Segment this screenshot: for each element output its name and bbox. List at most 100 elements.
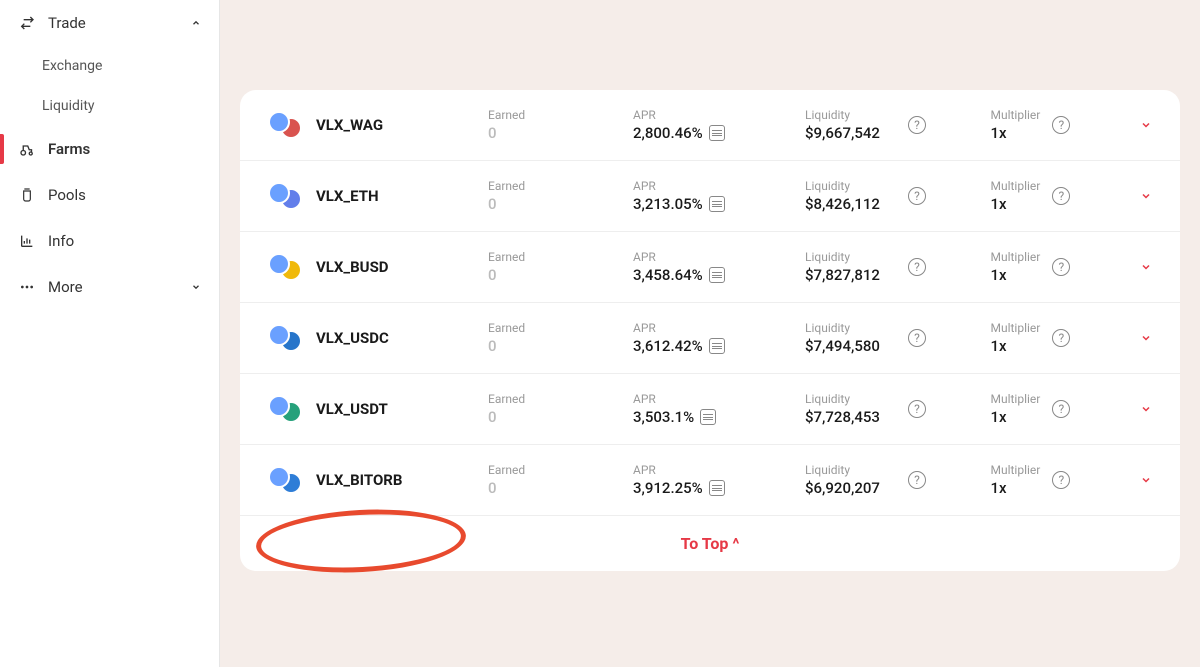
nav-farms-label: Farms <box>48 140 90 158</box>
coin-a-icon <box>268 324 290 346</box>
help-icon[interactable]: ? <box>1052 400 1070 418</box>
help-icon[interactable]: ? <box>908 258 926 276</box>
pair-name: VLX_USDT <box>316 400 388 418</box>
expand-button[interactable] <box>1122 187 1152 206</box>
expand-button[interactable] <box>1122 400 1152 419</box>
earned-label: Earned <box>488 179 623 193</box>
earned-cell: Earned 0 <box>488 463 623 497</box>
topbar <box>240 0 1180 55</box>
liquidity-cell: Liquidity $9,667,542 ? <box>805 108 981 142</box>
liquidity-cell: Liquidity $7,728,453 ? <box>805 392 981 426</box>
help-icon[interactable]: ? <box>908 471 926 489</box>
help-icon[interactable]: ? <box>1052 471 1070 489</box>
help-icon[interactable]: ? <box>908 187 926 205</box>
earned-value: 0 <box>488 408 623 426</box>
coin-a-icon <box>268 182 290 204</box>
nav-more-label: More <box>48 278 83 296</box>
expand-button[interactable] <box>1122 116 1152 135</box>
farm-row[interactable]: VLX_USDT Earned 0 APR 3,503.1% Liquidity… <box>240 374 1180 445</box>
pair-cell: VLX_WAG <box>268 111 478 139</box>
earned-cell: Earned 0 <box>488 179 623 213</box>
apr-value: 2,800.46% <box>633 124 795 142</box>
liquidity-value: $9,667,542 <box>805 124 880 142</box>
nav-exchange[interactable]: Exchange <box>0 46 219 86</box>
tractor-icon <box>18 140 36 158</box>
to-top-button[interactable]: To Top ^ <box>240 516 1180 571</box>
help-icon[interactable]: ? <box>1052 329 1070 347</box>
nav-trade-label: Trade <box>48 14 86 32</box>
help-icon[interactable]: ? <box>908 116 926 134</box>
pair-icons <box>268 466 304 494</box>
farm-row[interactable]: VLX_BITORB Earned 0 APR 3,912.25% Liquid… <box>240 445 1180 516</box>
multiplier-cell: Multiplier 1x ? <box>991 392 1113 426</box>
earned-value: 0 <box>488 479 623 497</box>
help-icon[interactable]: ? <box>1052 187 1070 205</box>
calculator-icon[interactable] <box>709 196 725 212</box>
liquidity-cell: Liquidity $8,426,112 ? <box>805 179 981 213</box>
nav-farms[interactable]: Farms <box>0 126 219 172</box>
expand-button[interactable] <box>1122 329 1152 348</box>
liquidity-cell: Liquidity $7,494,580 ? <box>805 321 981 355</box>
calculator-icon[interactable] <box>709 338 725 354</box>
farm-row[interactable]: VLX_BUSD Earned 0 APR 3,458.64% Liquidit… <box>240 232 1180 303</box>
pair-name: VLX_BITORB <box>316 471 402 489</box>
multiplier-cell: Multiplier 1x ? <box>991 321 1113 355</box>
apr-label: APR <box>633 250 795 264</box>
help-icon[interactable]: ? <box>1052 258 1070 276</box>
expand-button[interactable] <box>1122 258 1152 277</box>
pair-name: VLX_WAG <box>316 116 383 134</box>
earned-value: 0 <box>488 124 623 142</box>
liquidity-value: $8,426,112 <box>805 195 880 213</box>
multiplier-label: Multiplier <box>991 392 1041 406</box>
earned-cell: Earned 0 <box>488 321 623 355</box>
nav-trade[interactable]: Trade <box>0 0 219 46</box>
liquidity-label: Liquidity <box>805 108 880 122</box>
apr-label: APR <box>633 321 795 335</box>
nav-info[interactable]: Info <box>0 218 219 264</box>
swap-icon <box>18 14 36 32</box>
earned-cell: Earned 0 <box>488 250 623 284</box>
multiplier-cell: Multiplier 1x ? <box>991 179 1113 213</box>
apr-value: 3,912.25% <box>633 479 795 497</box>
nav-pools[interactable]: Pools <box>0 172 219 218</box>
nav-more[interactable]: More <box>0 264 219 310</box>
apr-value: 3,612.42% <box>633 337 795 355</box>
liquidity-value: $7,728,453 <box>805 408 880 426</box>
apr-label: APR <box>633 463 795 477</box>
help-icon[interactable]: ? <box>908 329 926 347</box>
farm-row[interactable]: VLX_ETH Earned 0 APR 3,213.05% Liquidity… <box>240 161 1180 232</box>
farm-row[interactable]: VLX_WAG Earned 0 APR 2,800.46% Liquidity… <box>240 90 1180 161</box>
multiplier-cell: Multiplier 1x ? <box>991 463 1113 497</box>
calculator-icon[interactable] <box>709 267 725 283</box>
apr-label: APR <box>633 179 795 193</box>
farm-row[interactable]: VLX_USDC Earned 0 APR 3,612.42% Liquidit… <box>240 303 1180 374</box>
jar-icon <box>18 186 36 204</box>
liquidity-label: Liquidity <box>805 392 880 406</box>
coin-a-icon <box>268 111 290 133</box>
pair-icons <box>268 324 304 352</box>
dots-icon <box>18 278 36 296</box>
help-icon[interactable]: ? <box>1052 116 1070 134</box>
apr-cell: APR 3,458.64% <box>633 250 795 284</box>
pair-cell: VLX_BUSD <box>268 253 478 281</box>
calculator-icon[interactable] <box>700 409 716 425</box>
nav-liquidity[interactable]: Liquidity <box>0 86 219 126</box>
apr-cell: APR 3,912.25% <box>633 463 795 497</box>
help-icon[interactable]: ? <box>908 400 926 418</box>
apr-cell: APR 3,213.05% <box>633 179 795 213</box>
earned-label: Earned <box>488 392 623 406</box>
earned-value: 0 <box>488 337 623 355</box>
multiplier-label: Multiplier <box>991 179 1041 193</box>
chevron-down-icon <box>191 278 201 296</box>
apr-label: APR <box>633 108 795 122</box>
nav-pools-label: Pools <box>48 186 86 204</box>
pair-name: VLX_USDC <box>316 329 389 347</box>
multiplier-value: 1x <box>991 479 1041 497</box>
calculator-icon[interactable] <box>709 480 725 496</box>
pair-name: VLX_BUSD <box>316 258 389 276</box>
earned-label: Earned <box>488 463 623 477</box>
multiplier-label: Multiplier <box>991 108 1041 122</box>
multiplier-cell: Multiplier 1x ? <box>991 250 1113 284</box>
expand-button[interactable] <box>1122 471 1152 490</box>
calculator-icon[interactable] <box>709 125 725 141</box>
